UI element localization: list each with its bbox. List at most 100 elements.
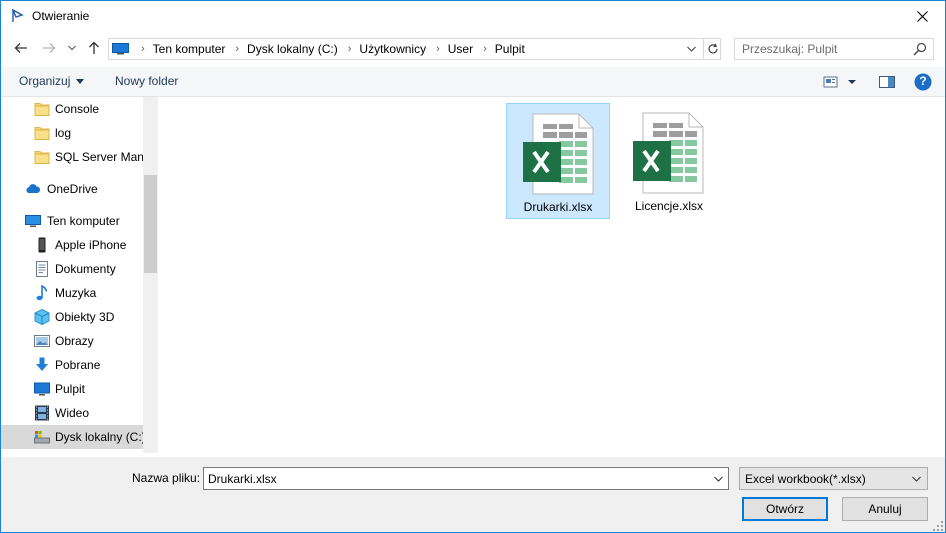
open-file-dialog: Otwieranie › Ten komputer › Dysk lokalny… [0,0,946,533]
up-button[interactable] [85,39,103,57]
folder-icon [34,127,50,140]
refresh-icon [707,43,718,54]
filetype-select[interactable]: Excel workbook(*.xlsx) [739,467,928,490]
file-name: Licencje.xlsx [634,199,704,213]
file-item[interactable]: Drukarki.xlsx [506,103,610,219]
refresh-button[interactable] [703,39,721,59]
chevron-down-icon [713,476,723,482]
search-input[interactable]: Przeszukaj: Pulpit [734,38,934,60]
filename-label: Nazwa pliku: [132,471,201,485]
file-name: Drukarki.xlsx [523,200,593,214]
desktop-icon [34,382,50,396]
address-history-button[interactable] [682,40,700,58]
address-bar[interactable]: › Ten komputer › Dysk lokalny (C:) › Uży… [108,38,721,60]
help-label: ? [919,74,927,88]
cancel-button[interactable]: Anuluj [842,497,928,521]
arrow-left-icon [14,43,27,53]
arrow-up-icon [89,41,99,54]
file-item[interactable]: Licencje.xlsx [617,103,721,219]
breadcrumb-item[interactable]: Ten komputer [153,42,226,56]
organize-label: Organizuj [19,74,71,88]
chevron-down-icon [68,45,76,51]
nav-label: Obrazy [55,334,94,348]
breadcrumb-item[interactable]: User [448,42,473,56]
preview-pane-button[interactable] [878,75,896,89]
filename-dropdown-button[interactable] [708,468,728,489]
nav-item-desktop[interactable]: Pulpit [1,377,143,401]
chevron-right-icon[interactable]: › [348,43,352,55]
chevron-down-icon [686,46,696,52]
open-button[interactable]: Otwórz [742,497,828,521]
nav-label: OneDrive [47,182,98,196]
nav-label: Console [55,102,100,116]
nav-item-console[interactable]: Console [1,97,143,121]
objects-3d-icon [34,309,50,325]
navigation-pane: Console log SQL Server Mana OneDrive Ten… [1,97,158,453]
breadcrumb-item[interactable]: Dysk lokalny (C:) [247,42,338,56]
nav-item-sql-server[interactable]: SQL Server Mana [1,145,143,169]
nav-item-onedrive[interactable]: OneDrive [1,177,143,201]
view-options-button[interactable] [823,75,839,89]
preview-pane-icon [879,76,895,88]
nav-item-log[interactable]: log [1,121,143,145]
back-button[interactable] [12,39,30,57]
nav-item-documents[interactable]: Dokumenty [1,257,143,281]
command-bar: Organizuj Nowy folder ? [1,67,945,97]
nav-scrollbar[interactable] [143,97,157,453]
computer-icon [25,215,41,227]
chevron-right-icon[interactable]: › [436,43,440,55]
folder-icon [34,103,50,116]
excel-file-icon [633,112,704,194]
nav-item-this-pc[interactable]: Ten komputer [1,209,143,233]
nav-label: Pobrane [55,358,101,372]
filetype-dropdown-button[interactable] [908,470,924,488]
nav-label: Ten komputer [47,214,120,228]
phone-icon [38,237,46,253]
nav-item-pictures[interactable]: Obrazy [1,329,143,353]
breadcrumb-item[interactable]: Użytkownicy [359,42,426,56]
chevron-right-icon[interactable]: › [235,43,239,55]
downloads-icon [36,357,48,371]
breadcrumb-item[interactable]: Pulpit [495,42,525,56]
organize-button[interactable]: Organizuj [19,74,85,88]
help-button[interactable]: ? [914,73,932,91]
recent-locations-button[interactable] [65,39,79,57]
close-button[interactable] [899,1,945,31]
nav-item-music[interactable]: Muzyka [1,281,143,305]
view-icon [823,76,838,88]
app-icon [11,9,24,22]
nav-item-video[interactable]: Wideo [1,401,143,425]
close-icon [916,10,928,22]
file-list[interactable]: Drukarki.xlsx Licencje.xlsx [159,97,945,457]
nav-label: log [55,126,72,140]
chevron-down-icon [848,80,856,84]
computer-icon [112,43,129,55]
nav-item-3d-objects[interactable]: Obiekty 3D [1,305,143,329]
nav-label: Obiekty 3D [55,310,115,324]
documents-icon [36,261,48,277]
nav-item-downloads[interactable]: Pobrane [1,353,143,377]
nav-label: Muzyka [55,286,97,300]
chevron-down-icon [911,476,921,482]
forward-button[interactable] [40,39,58,57]
excel-file-icon [523,113,594,195]
filetype-value: Excel workbook(*.xlsx) [745,472,866,486]
new-folder-button[interactable]: Nowy folder [115,74,178,88]
nav-label: Dokumenty [55,262,116,276]
chevron-right-icon[interactable]: › [141,43,145,55]
resize-grip-icon[interactable] [933,521,943,531]
chevron-down-icon [76,79,85,85]
folder-icon [34,151,50,164]
bottom-panel: Nazwa pliku: Drukarki.xlsx Excel workboo… [1,457,945,532]
filename-input[interactable]: Drukarki.xlsx [203,467,729,490]
scrollbar-thumb[interactable] [144,175,157,273]
breadcrumb: › Ten komputer › Dysk lokalny (C:) › Uży… [131,39,525,59]
chevron-right-icon[interactable]: › [483,43,487,55]
view-dropdown-button[interactable] [847,75,859,89]
arrow-right-icon [43,43,56,53]
drive-icon [34,431,50,444]
music-icon [36,285,48,301]
navigation-row: › Ten komputer › Dysk lokalny (C:) › Uży… [1,31,945,67]
nav-item-apple-iphone[interactable]: Apple iPhone [1,233,143,257]
nav-item-local-disk[interactable]: Dysk lokalny (C:) [1,425,143,449]
